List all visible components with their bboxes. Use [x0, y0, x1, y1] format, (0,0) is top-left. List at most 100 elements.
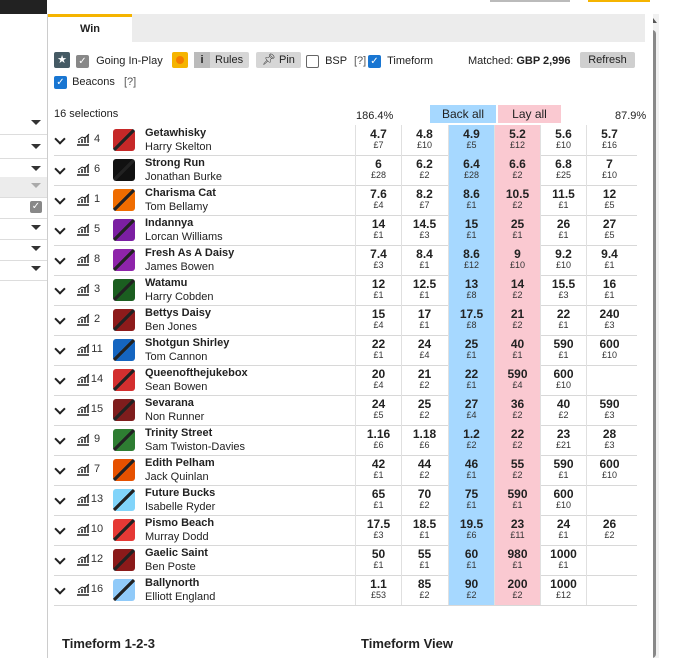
runner-name[interactable]: Future Bucks: [145, 487, 215, 499]
chevron-down-icon[interactable]: [54, 403, 66, 415]
back-price-cell[interactable]: 7.4 £3: [355, 245, 401, 275]
runner-name[interactable]: Gaelic Saint: [145, 547, 208, 559]
sidebar-dropdown[interactable]: [0, 260, 47, 281]
inplay-toggle[interactable]: ✓ Going In-Play: [76, 52, 163, 70]
back-price-cell[interactable]: 27 £4: [448, 395, 494, 425]
chevron-down-icon[interactable]: [54, 493, 66, 505]
back-price-cell[interactable]: 60 £1: [448, 545, 494, 575]
back-price-cell[interactable]: 4.7 £7: [355, 125, 401, 155]
lay-price-cell[interactable]: 590 £1: [494, 485, 540, 515]
lay-price-cell[interactable]: 600 £10: [540, 365, 586, 395]
back-price-cell[interactable]: 8.4 £1: [401, 245, 447, 275]
chart-icon[interactable]: [76, 313, 90, 326]
lay-price-cell[interactable]: 240 £3: [586, 305, 632, 335]
lay-price-cell[interactable]: 26 £1: [540, 215, 586, 245]
lay-price-cell[interactable]: 600 £10: [586, 335, 632, 365]
chart-icon[interactable]: [76, 223, 90, 236]
back-price-cell[interactable]: 14.5 £3: [401, 215, 447, 245]
back-all-button[interactable]: Back all: [430, 105, 496, 123]
back-price-cell[interactable]: 42 £1: [355, 455, 401, 485]
chevron-down-icon[interactable]: [54, 283, 66, 295]
lay-price-cell[interactable]: 22 £1: [540, 305, 586, 335]
runner-name[interactable]: Pismo Beach: [145, 517, 214, 529]
bsp-checkbox[interactable]: [306, 54, 319, 68]
chevron-down-icon[interactable]: [54, 433, 66, 445]
sidebar-dropdown[interactable]: [0, 138, 47, 159]
lay-all-button[interactable]: Lay all: [498, 105, 561, 123]
lay-price-cell[interactable]: 1000 £12: [540, 575, 586, 605]
beacons-toggle[interactable]: ✓ Beacons [?]: [54, 74, 136, 90]
timeform-toggle[interactable]: ✓ Timeform: [368, 52, 433, 70]
chevron-down-icon[interactable]: [54, 523, 66, 535]
lay-price-cell[interactable]: 9 £10: [494, 245, 540, 275]
back-price-cell[interactable]: 1.1 £53: [355, 575, 401, 605]
bsp-help-link[interactable]: [?]: [354, 55, 366, 67]
chart-icon[interactable]: [76, 193, 90, 206]
lay-price-cell[interactable]: 27 £5: [586, 215, 632, 245]
back-price-cell[interactable]: 85 £2: [401, 575, 447, 605]
back-price-cell[interactable]: 22 £1: [355, 335, 401, 365]
lay-price-cell[interactable]: 14 £2: [494, 275, 540, 305]
back-price-cell[interactable]: 6.2 £2: [401, 155, 447, 185]
lay-price-cell[interactable]: 22 £2: [494, 425, 540, 455]
back-price-cell[interactable]: 46 £1: [448, 455, 494, 485]
runner-name[interactable]: Getawhisky: [145, 127, 206, 139]
back-price-cell[interactable]: 6 £28: [355, 155, 401, 185]
back-price-cell[interactable]: 17.5 £3: [355, 515, 401, 545]
back-price-cell[interactable]: 22 £1: [448, 365, 494, 395]
back-price-cell[interactable]: 7.6 £4: [355, 185, 401, 215]
chevron-down-icon[interactable]: [54, 163, 66, 175]
back-price-cell[interactable]: 19.5 £6: [448, 515, 494, 545]
back-price-cell[interactable]: 65 £1: [355, 485, 401, 515]
lay-price-cell[interactable]: 55 £2: [494, 455, 540, 485]
chart-icon[interactable]: [76, 283, 90, 296]
lay-price-cell[interactable]: 600 £10: [586, 455, 632, 485]
beacons-help-link[interactable]: [?]: [124, 76, 136, 88]
runner-name[interactable]: Strong Run: [145, 157, 205, 169]
lay-price-cell[interactable]: 23 £21: [540, 425, 586, 455]
back-price-cell[interactable]: 1.2 £2: [448, 425, 494, 455]
lay-price-cell[interactable]: 590 £4: [494, 365, 540, 395]
chevron-down-icon[interactable]: [54, 193, 66, 205]
chart-icon[interactable]: [76, 523, 90, 536]
runner-name[interactable]: Watamu: [145, 277, 187, 289]
back-price-cell[interactable]: 70 £2: [401, 485, 447, 515]
runner-name[interactable]: Sevarana: [145, 397, 194, 409]
chart-icon[interactable]: [76, 583, 90, 596]
sidebar-dropdown[interactable]: [0, 219, 47, 240]
back-price-cell[interactable]: 15 £1: [448, 215, 494, 245]
runner-name[interactable]: Trinity Street: [145, 427, 212, 439]
back-price-cell[interactable]: 24 £5: [355, 395, 401, 425]
back-price-cell[interactable]: 1.16 £6: [355, 425, 401, 455]
back-price-cell[interactable]: 8.6 £1: [448, 185, 494, 215]
lay-price-cell[interactable]: 26 £2: [586, 515, 632, 545]
runner-name[interactable]: Ballynorth: [145, 577, 199, 589]
runner-name[interactable]: Charisma Cat: [145, 187, 216, 199]
lay-price-cell[interactable]: 980 £1: [494, 545, 540, 575]
back-price-cell[interactable]: 8.2 £7: [401, 185, 447, 215]
sidebar-dropdown[interactable]: [0, 114, 47, 135]
back-price-cell[interactable]: 75 £1: [448, 485, 494, 515]
chevron-down-icon[interactable]: [54, 253, 66, 265]
chart-icon[interactable]: [76, 433, 90, 446]
lay-price-cell[interactable]: 23 £11: [494, 515, 540, 545]
back-price-cell[interactable]: 25 £1: [448, 335, 494, 365]
lay-price-cell[interactable]: 24 £1: [540, 515, 586, 545]
lay-price-cell[interactable]: 5.7 £16: [586, 125, 632, 155]
chevron-down-icon[interactable]: [54, 373, 66, 385]
chevron-down-icon[interactable]: [54, 313, 66, 325]
timeform-checkbox[interactable]: ✓: [368, 54, 381, 68]
lay-price-cell[interactable]: 5.6 £10: [540, 125, 586, 155]
lay-price-cell[interactable]: 6.8 £25: [540, 155, 586, 185]
lay-price-cell[interactable]: 28 £3: [586, 425, 632, 455]
back-price-cell[interactable]: 6.4 £28: [448, 155, 494, 185]
back-price-cell[interactable]: 44 £2: [401, 455, 447, 485]
lay-price-cell[interactable]: 40 £2: [540, 395, 586, 425]
sidebar-checkbox-row[interactable]: ✓: [0, 198, 47, 219]
lay-price-cell[interactable]: 6.6 £2: [494, 155, 540, 185]
chevron-down-icon[interactable]: [54, 343, 66, 355]
chevron-down-icon[interactable]: [54, 463, 66, 475]
chart-icon[interactable]: [76, 373, 90, 386]
back-price-cell[interactable]: 15 £4: [355, 305, 401, 335]
back-price-cell[interactable]: 14 £1: [355, 215, 401, 245]
